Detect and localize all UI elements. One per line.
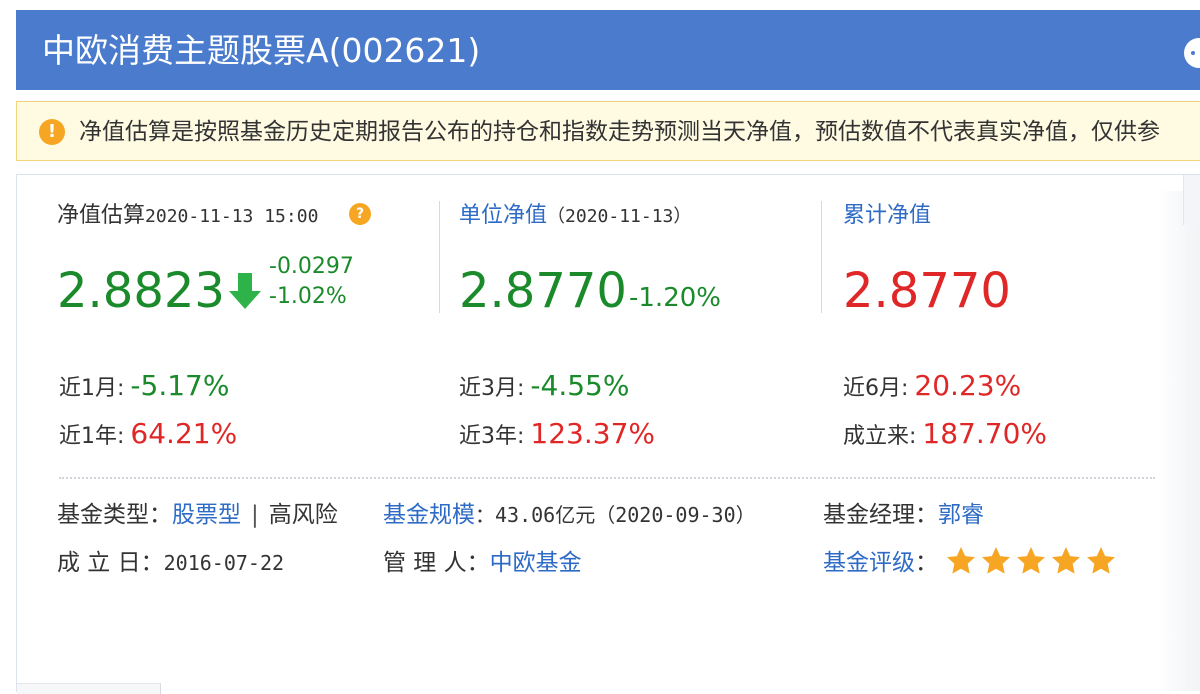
perf-value: 20.23% — [914, 369, 1022, 402]
perf-value: 64.21% — [130, 417, 238, 450]
bottom-tab[interactable] — [17, 683, 161, 694]
star-icon — [982, 547, 1010, 574]
estimate-value: 2.8823 — [57, 263, 225, 319]
perf-3y: 近3年: 123.37% — [459, 417, 655, 454]
perf-label: 近1年: — [59, 424, 125, 449]
unit-nav-change: -1.20% — [629, 283, 721, 313]
perf-value: -5.17% — [130, 369, 230, 402]
separator: | — [251, 502, 259, 528]
perf-value: 187.70% — [922, 417, 1047, 450]
estimate-change-pct: -1.02% — [269, 284, 347, 309]
perf-1m: 近1月: -5.17% — [59, 369, 229, 406]
rating-link[interactable]: 基金评级 — [823, 550, 915, 576]
inception-date: 2016-07-22 — [163, 551, 285, 575]
estimate-datetime: 2020-11-13 15:00 — [145, 206, 319, 227]
unit-nav-value: 2.8770 — [459, 263, 627, 319]
perf-label: 近3月: — [459, 376, 525, 401]
arrow-down-icon — [229, 273, 261, 309]
custodian-label: 管 理 人： — [383, 550, 490, 576]
fund-type-row: 基金类型：股票型 | 高风险 — [57, 499, 338, 531]
perf-3m: 近3月: -4.55% — [459, 369, 629, 406]
star-icon — [1017, 547, 1045, 574]
unit-nav-date: （2020-11-13） — [547, 206, 692, 227]
info-icon: ! — [39, 119, 65, 145]
fund-scale-row: 基金规模：43.06亿元（2020-09-30） — [383, 499, 756, 531]
risk-level: 高风险 — [268, 502, 338, 528]
help-icon[interactable]: ? — [349, 203, 371, 225]
more-icon[interactable] — [1184, 38, 1200, 68]
perf-value: 123.37% — [530, 417, 655, 450]
perf-1y: 近1年: 64.21% — [59, 417, 237, 454]
perf-6m: 近6月: 20.23% — [843, 369, 1021, 406]
star-icon — [1052, 547, 1080, 574]
star-icon — [947, 547, 975, 574]
fund-overview-panel: 净值估算2020-11-13 15:00 ? 2.8823 -0.0297 -1… — [16, 174, 1200, 694]
custodian-row: 管 理 人：中欧基金 — [383, 547, 582, 579]
cumulative-nav-value: 2.8770 — [843, 263, 1011, 319]
perf-label: 近6月: — [843, 376, 909, 401]
side-tab[interactable] — [1183, 175, 1200, 225]
unit-nav-label: 单位净值（2020-11-13） — [459, 201, 691, 232]
cumulative-nav-link[interactable]: 累计净值 — [843, 201, 931, 231]
fund-manager-label: 基金经理： — [823, 502, 938, 528]
inception-row: 成 立 日：2016-07-22 — [57, 547, 284, 579]
fund-scale-link[interactable]: 基金规模 — [383, 502, 475, 528]
star-icon — [1087, 547, 1115, 574]
rating-row: 基金评级： — [823, 547, 938, 579]
panel-edge-shade — [1157, 191, 1200, 691]
estimate-label-text: 净值估算 — [57, 203, 146, 228]
rating-colon: ： — [915, 550, 938, 576]
perf-label: 成立来: — [843, 424, 917, 449]
dotted-divider — [59, 477, 1155, 479]
estimate-label: 净值估算2020-11-13 15:00 — [57, 201, 318, 232]
perf-since-inception: 成立来: 187.70% — [843, 417, 1047, 454]
fund-type-label: 基金类型： — [57, 502, 172, 528]
perf-label: 近1月: — [59, 376, 125, 401]
fund-header: 中欧消费主题股票A(002621) — [16, 10, 1200, 90]
estimate-notice: ! 净值估算是按照基金历史定期报告公布的持仓和指数走势预测当天净值，预估数值不代… — [16, 101, 1200, 161]
fund-scale-value: ：43.06亿元（2020-09-30） — [475, 503, 756, 527]
column-divider — [821, 201, 822, 313]
fund-type-link[interactable]: 股票型 — [172, 502, 241, 528]
unit-nav-link[interactable]: 单位净值 — [459, 203, 547, 228]
notice-text: 净值估算是按照基金历史定期报告公布的持仓和指数走势预测当天净值，预估数值不代表真… — [79, 119, 1160, 145]
fund-manager-link[interactable]: 郭睿 — [938, 502, 984, 528]
custodian-link[interactable]: 中欧基金 — [490, 550, 582, 576]
column-divider — [439, 201, 440, 313]
fund-manager-row: 基金经理：郭睿 — [823, 499, 984, 531]
perf-label: 近3年: — [459, 424, 525, 449]
estimate-change: -0.0297 — [269, 254, 354, 279]
perf-value: -4.55% — [530, 369, 630, 402]
fund-title: 中欧消费主题股票A(002621) — [42, 31, 481, 70]
rating-stars — [945, 545, 1117, 577]
inception-label: 成 立 日： — [57, 550, 164, 576]
